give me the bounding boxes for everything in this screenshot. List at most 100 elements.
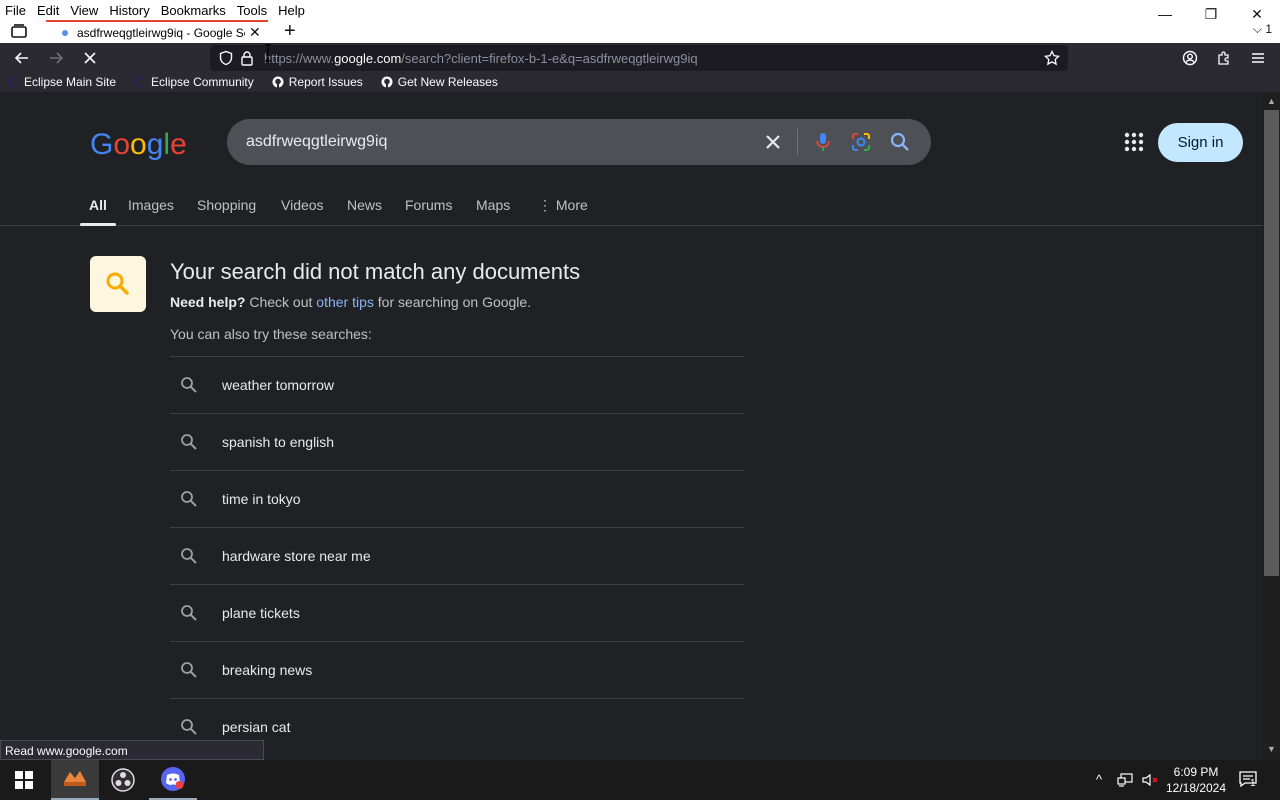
windows-taskbar: ^ 6:09 PM 12/18/2024 1 [0, 760, 1280, 800]
windows-start-icon[interactable] [0, 760, 48, 800]
account-icon[interactable] [1179, 47, 1201, 69]
google-apps-icon[interactable] [1122, 130, 1146, 154]
list-all-tabs-icon[interactable] [10, 23, 28, 39]
firefox-taskbar-icon[interactable] [51, 760, 99, 800]
search-tabs: All Images Shopping Videos News Forums M… [0, 190, 1263, 226]
tab-news[interactable]: News [347, 197, 382, 213]
google-lens-icon[interactable] [849, 130, 873, 154]
app-menu-icon[interactable] [1247, 47, 1269, 69]
bookmarks-toolbar: Eclipse Main Site Eclipse Community Repo… [0, 72, 1280, 92]
more-vert-icon: ⋮ [538, 197, 556, 213]
active-tab-indicator [80, 223, 116, 226]
tab-maps[interactable]: Maps [476, 197, 510, 213]
bookmark-eclipse-community[interactable]: Eclipse Community [127, 75, 254, 89]
microphone-icon[interactable] [811, 130, 835, 154]
back-icon[interactable] [11, 47, 33, 69]
obs-taskbar-icon[interactable] [99, 760, 147, 800]
bookmark-label: Eclipse Community [151, 75, 254, 89]
active-tab[interactable]: asdfrweqgtleirwg9iq - Google Se ✕ [46, 20, 268, 43]
no-results-title: Your search did not match any documents [170, 259, 581, 284]
search-input[interactable] [246, 131, 746, 153]
sign-in-button[interactable]: Sign in [1158, 123, 1243, 162]
no-results-icon [90, 256, 146, 312]
suggestion-row[interactable]: weather tomorrow [170, 356, 744, 413]
suggestion-text: breaking news [222, 662, 313, 678]
suggestion-row[interactable]: breaking news [170, 641, 744, 698]
search-icon [181, 548, 197, 564]
new-tab-icon[interactable]: + [284, 20, 302, 43]
search-icon [181, 662, 197, 678]
system-clock[interactable]: 6:09 PM 12/18/2024 [1160, 764, 1232, 796]
action-center-icon[interactable]: 1 [1238, 770, 1260, 790]
status-bar: Read www.google.com [0, 740, 264, 760]
clock-date: 12/18/2024 [1165, 781, 1227, 795]
tab-videos[interactable]: Videos [281, 197, 324, 213]
search-icon [181, 605, 197, 621]
bookmark-label: Eclipse Main Site [24, 75, 117, 89]
suggestion-text: hardware store near me [222, 548, 371, 564]
suggestion-text: plane tickets [222, 605, 300, 621]
menu-view[interactable]: View [65, 3, 104, 18]
minimize-icon[interactable]: — [1142, 0, 1188, 28]
volume-muted-icon[interactable] [1141, 772, 1159, 788]
scroll-down-icon[interactable]: ▼ [1267, 744, 1276, 754]
suggestion-row[interactable]: hardware store near me [170, 527, 744, 584]
menu-history[interactable]: History [104, 3, 155, 18]
search-icon [181, 377, 197, 393]
menu-file[interactable]: File [0, 3, 32, 18]
menu-tools[interactable]: Tools [232, 3, 273, 18]
menu-help[interactable]: Help [273, 3, 311, 18]
network-icon[interactable] [1117, 772, 1135, 788]
bookmark-label: Get New Releases [397, 75, 498, 89]
search-box[interactable] [227, 119, 931, 165]
search-icon [181, 719, 197, 735]
tab-strip: asdfrweqgtleirwg9iq - Google Se ✕ + ⌵ 1 [0, 20, 1280, 43]
suggestion-row[interactable]: time in tokyo [170, 470, 744, 527]
tab-more[interactable]: ⋮ More [538, 197, 588, 214]
suggestion-text: spanish to english [222, 434, 335, 450]
suggestion-text: persian cat [222, 719, 291, 735]
search-icon [181, 434, 197, 450]
tab-close-icon[interactable]: ✕ [249, 24, 261, 41]
tab-shopping[interactable]: Shopping [197, 197, 256, 213]
need-help-text: Need help? Check out other tips for sear… [170, 294, 532, 310]
clear-icon[interactable] [761, 130, 785, 154]
menu-bookmarks[interactable]: Bookmarks [156, 3, 232, 18]
tab-images[interactable]: Images [128, 197, 174, 213]
suggestion-row[interactable]: spanish to english [170, 413, 744, 470]
nav-bar: https://www.asdfrweqgtleirwg9iqgoogle.co… [0, 43, 1280, 72]
tracking-shield-icon[interactable] [218, 50, 234, 66]
bookmark-get-new-releases[interactable]: Get New Releases [374, 75, 498, 89]
divider [797, 129, 798, 155]
suggestion-row[interactable]: plane tickets [170, 584, 744, 641]
show-hidden-icons-icon[interactable]: ^ [1096, 772, 1102, 787]
stop-icon[interactable] [79, 47, 101, 69]
extensions-icon[interactable] [1213, 47, 1235, 69]
close-window-icon[interactable]: ✕ [1234, 0, 1280, 28]
scrollbar-thumb[interactable] [1264, 110, 1279, 576]
bookmark-eclipse-main[interactable]: Eclipse Main Site [0, 75, 116, 89]
menu-bar: File Edit View History Bookmarks Tools H… [0, 0, 1280, 20]
tab-all[interactable]: All [89, 197, 107, 213]
suggestion-text: weather tomorrow [222, 377, 335, 393]
lock-icon[interactable] [240, 50, 254, 66]
try-these-label: You can also try these searches: [170, 326, 372, 342]
discord-taskbar-icon[interactable] [149, 760, 197, 800]
tab-loading-icon [62, 29, 68, 36]
google-results-page: Google Sign in All Images Shopping Video… [0, 92, 1263, 760]
google-doodle-logo[interactable]: Google [90, 128, 187, 162]
scroll-up-icon[interactable]: ▲ [1267, 96, 1276, 106]
tab-forums[interactable]: Forums [405, 197, 452, 213]
restore-icon[interactable]: ❐ [1188, 0, 1234, 28]
search-icon [181, 491, 197, 507]
search-icon[interactable] [888, 130, 912, 154]
page-scrollbar[interactable]: ▲ ▼ [1263, 92, 1280, 760]
url-bar[interactable]: https://www.asdfrweqgtleirwg9iqgoogle.co… [210, 45, 1068, 71]
other-tips-link[interactable]: other tips [316, 294, 374, 310]
forward-icon[interactable] [45, 47, 67, 69]
bookmark-star-icon[interactable] [1044, 50, 1060, 66]
text-cursor-icon [265, 44, 271, 62]
bookmark-report-issues[interactable]: Report Issues [265, 75, 363, 89]
menu-edit[interactable]: Edit [32, 3, 65, 18]
bookmark-label: Report Issues [288, 75, 363, 89]
